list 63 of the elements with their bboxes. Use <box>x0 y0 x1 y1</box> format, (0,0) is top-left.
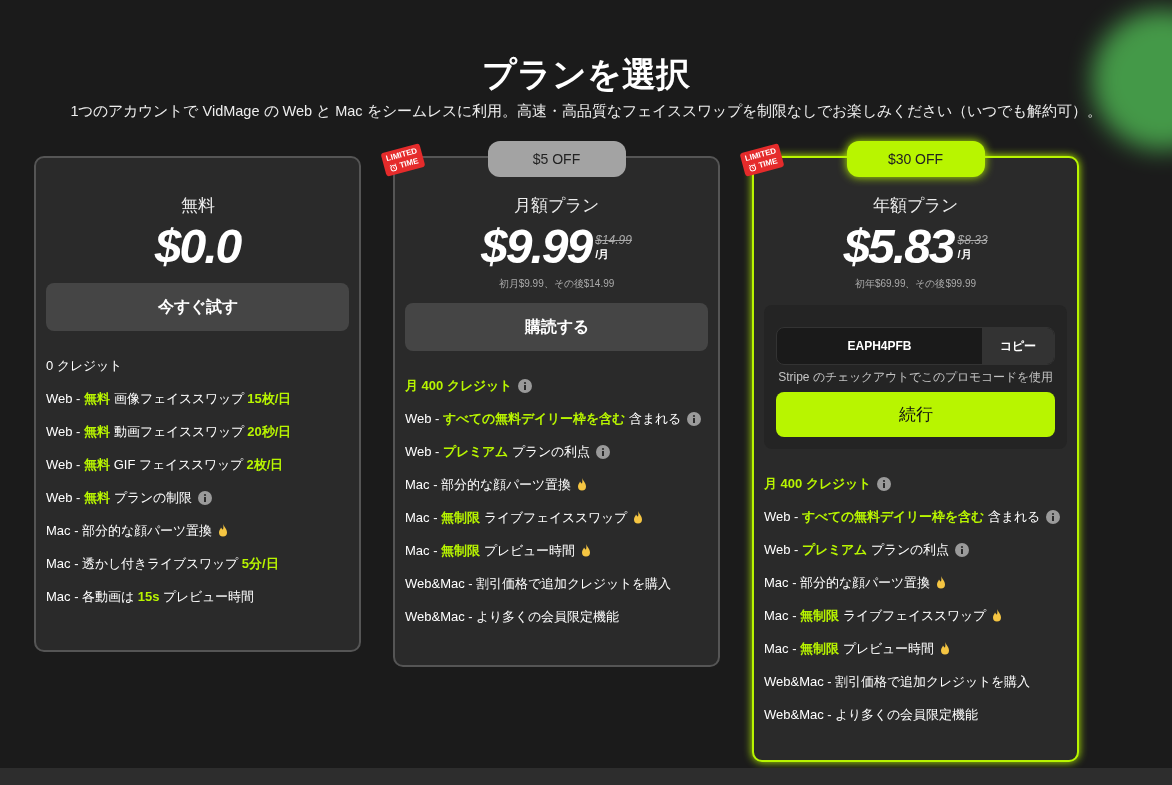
price-period: /月 <box>595 246 611 262</box>
feature-text: Web - すべての無料デイリー枠を含む 含まれる <box>405 409 681 428</box>
info-icon[interactable] <box>686 411 701 426</box>
info-icon[interactable] <box>1045 509 1060 524</box>
continue-button[interactable]: 続行 <box>776 392 1055 437</box>
feature-text: Web - すべての無料デイリー枠を含む 含まれる <box>764 507 1040 526</box>
feature-text: Mac - 透かし付きライブスワップ 5分/日 <box>46 554 279 573</box>
price-note: 初年$69.99、その後$99.99 <box>853 277 978 291</box>
feature-text: Web - プレミアム プランの利点 <box>764 540 949 559</box>
plan-button[interactable]: 購読する <box>405 303 708 351</box>
flame-icon <box>218 524 229 537</box>
original-price: $8.33 <box>957 232 988 247</box>
info-icon[interactable] <box>517 378 532 393</box>
info-icon[interactable] <box>595 444 610 459</box>
info-icon[interactable] <box>197 490 212 505</box>
plan-name: 年額プラン <box>872 195 959 217</box>
feature-text: Web&Mac - より多くの会員限定機能 <box>405 607 620 626</box>
page-subtitle: 1つのアカウントで VidMage の Web と Mac をシームレスに利用。高速・高品質なフェイススワップを制限なしでお楽しみください（いつでも解約可）。 <box>69 102 1103 121</box>
feature-text: Mac - 無制限 ライブフェイススワップ <box>405 508 627 527</box>
plan-price: $9.99 <box>481 219 592 275</box>
feature-text: Web - プレミアム プランの利点 <box>405 442 590 461</box>
info-icon[interactable] <box>876 476 891 491</box>
flame-icon <box>991 609 1002 622</box>
flame-icon <box>939 642 950 655</box>
feature-text: Web&Mac - 割引価格で追加クレジットを購入 <box>764 672 1031 691</box>
discount-badge: $30 OFF <box>846 141 985 177</box>
feature-text: Mac - 部分的な顔パーツ置換 <box>764 573 931 592</box>
feature-text: 月 400 クレジット <box>405 376 512 395</box>
flame-icon <box>577 478 588 491</box>
copy-button[interactable]: コピー <box>982 328 1054 364</box>
info-icon[interactable] <box>954 542 969 557</box>
feature-text: Web - 無料 プランの制限 <box>46 488 192 507</box>
feature-text: Mac - 各動画は 15s プレビュー時間 <box>46 587 255 606</box>
feature-text: Mac - 部分的な顔パーツ置換 <box>405 475 572 494</box>
feature-text: Web&Mac - 割引価格で追加クレジットを購入 <box>405 574 672 593</box>
feature-text: Mac - 無制限 ライブフェイススワップ <box>764 606 986 625</box>
feature-text: Web&Mac - より多くの会員限定機能 <box>764 705 979 724</box>
feature-text: Web - 無料 GIF フェイススワップ 2枚/日 <box>46 455 284 474</box>
feature-text: Mac - 部分的な顔パーツ置換 <box>46 521 213 540</box>
page-title: プランを選択 <box>481 54 691 95</box>
discount-badge: $5 OFF <box>487 141 626 177</box>
original-price: $14.99 <box>595 232 632 247</box>
promo-hint: Stripe のチェックアウトでこのプロモコードを使用 <box>777 369 1054 386</box>
price-period: /月 <box>957 246 973 262</box>
alarm-clock-icon <box>748 162 758 173</box>
feature-text: 0 クレジット <box>46 356 122 375</box>
plan-price: $0.0 <box>154 219 241 275</box>
plan-button[interactable]: 今すぐ試す <box>46 283 349 331</box>
feature-text: Mac - 無制限 プレビュー時間 <box>405 541 575 560</box>
feature-text: Mac - 無制限 プレビュー時間 <box>764 639 934 658</box>
flame-icon <box>580 544 591 557</box>
feature-text: 月 400 クレジット <box>764 474 871 493</box>
plan-price: $5.83 <box>843 219 954 275</box>
promo-code-field[interactable]: EAPH4PFB コピー <box>776 327 1055 365</box>
flame-icon <box>936 576 947 589</box>
promo-code: EAPH4PFB <box>846 338 913 355</box>
flame-icon <box>632 511 643 524</box>
alarm-clock-icon <box>389 162 399 173</box>
plan-name: 無料 <box>179 195 216 217</box>
feature-text: Web - 無料 動画フェイススワップ 20秒/日 <box>46 422 292 441</box>
plan-name: 月額プラン <box>513 195 600 217</box>
price-note: 初月$9.99、その後$14.99 <box>497 277 616 291</box>
feature-text: Web - 無料 画像フェイススワップ 15枚/日 <box>46 389 292 408</box>
